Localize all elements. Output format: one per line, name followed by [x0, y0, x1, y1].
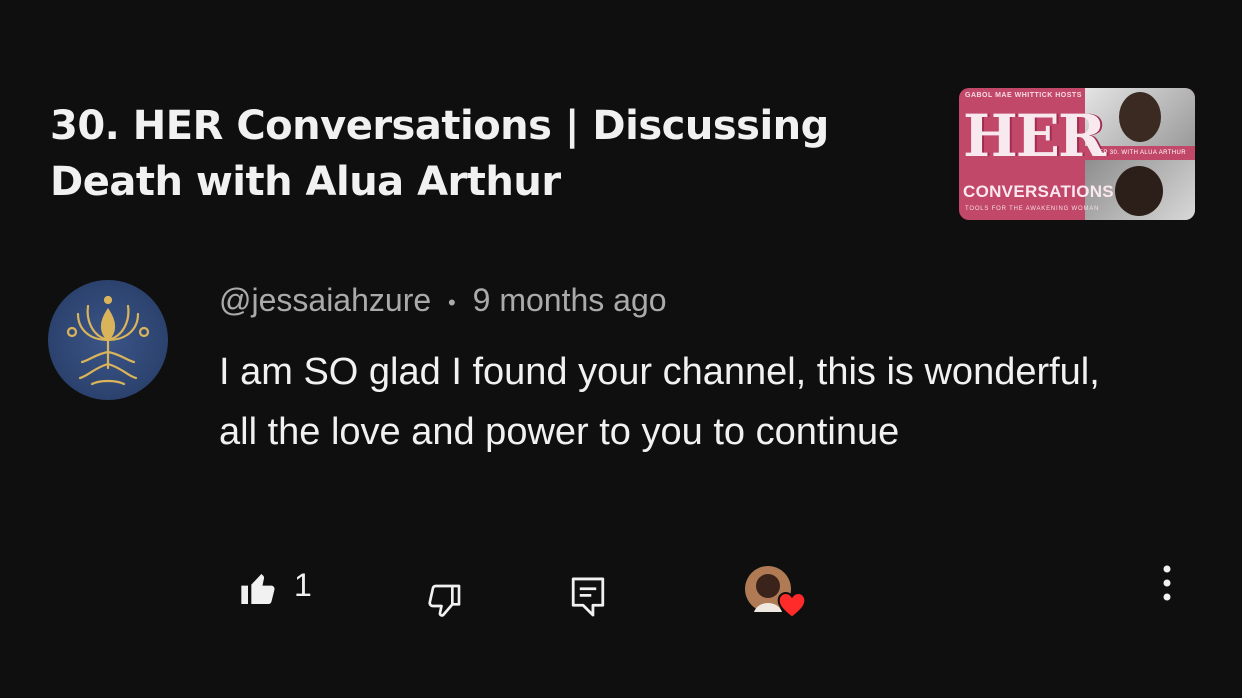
avatar[interactable]	[48, 280, 168, 400]
video-title: 30. HER Conversations | Discussing Death…	[50, 103, 829, 205]
thumbnail-conversations-text: CONVERSATIONS	[963, 182, 1114, 201]
video-thumbnail[interactable]: GABOL MAE WHITTICK HOSTS HER EP 30. WITH…	[959, 88, 1195, 220]
lotus-tree-icon	[66, 295, 150, 386]
comment-timestamp[interactable]: 9 months ago	[473, 282, 667, 318]
meta-separator: •	[448, 289, 456, 315]
comment-text: I am SO glad I found your channel, this …	[219, 351, 1100, 453]
like-count: 1	[294, 566, 312, 603]
reply-icon	[571, 577, 605, 617]
creator-heart-icon	[777, 591, 807, 619]
comment-header: @jessaiahzure • 9 months ago	[219, 280, 667, 323]
comment-author[interactable]: @jessaiahzure	[219, 282, 431, 318]
thumbnail-tagline: TOOLS FOR THE AWAKENING WOMAN	[965, 206, 1100, 212]
more-options-button[interactable]	[1150, 560, 1184, 610]
like-button[interactable]: 1	[238, 564, 312, 614]
thumbnail-host-text: GABOL MAE WHITTICK HOSTS	[965, 92, 1082, 99]
thumbnail-episode-text: EP 30. WITH ALUA ARTHUR	[1099, 150, 1187, 156]
more-vert-icon	[1163, 565, 1171, 601]
thumbs-up-icon	[241, 574, 275, 604]
thumbs-down-icon	[428, 584, 461, 617]
reply-button[interactable]	[568, 572, 608, 622]
thumbnail-her-logo: HER	[963, 102, 1106, 170]
dislike-button[interactable]	[424, 576, 464, 626]
creator-heart-badge	[744, 566, 808, 622]
